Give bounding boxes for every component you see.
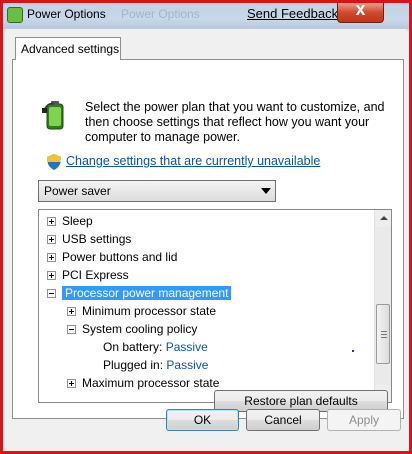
power-plan-selected: Power saver	[44, 184, 111, 198]
tree-item-maximum-processor-state[interactable]: Maximum processor state	[67, 374, 219, 392]
tree-scrollbar[interactable]	[374, 210, 391, 402]
tree-item-on-battery[interactable]: On battery: Passive	[103, 338, 208, 356]
settings-tree[interactable]: Sleep USB settings Power buttons and lid…	[38, 209, 392, 403]
dialog-client-area: Advanced settings Select the power plan …	[6, 29, 406, 449]
thumb-grip	[381, 337, 387, 338]
cancel-button[interactable]: Cancel	[246, 409, 320, 431]
expand-plus-icon[interactable]	[47, 253, 56, 262]
tree-item-label: System cooling policy	[82, 322, 198, 336]
close-button[interactable]: X	[337, 3, 384, 23]
tree-item-label: Power buttons and lid	[62, 250, 178, 264]
advanced-settings-panel: Select the power plan that you want to c…	[12, 59, 404, 419]
tree-item-label: Sleep	[62, 214, 93, 228]
tree-item-label: Plugged in:	[103, 358, 164, 372]
tree-item-power-buttons-and-lid[interactable]: Power buttons and lid	[47, 248, 177, 266]
thumb-grip	[381, 334, 387, 335]
window-title: Power Options	[27, 7, 106, 21]
tree-item-label: Minimum processor state	[82, 304, 217, 318]
title-bar[interactable]: Power Options Power Options Send Feedbac…	[3, 3, 409, 29]
tree-item-usb-settings[interactable]: USB settings	[47, 230, 131, 248]
ok-button[interactable]: OK	[166, 409, 239, 431]
uac-shield-icon	[47, 154, 61, 170]
power-options-icon	[7, 7, 23, 23]
scrollbar-thumb[interactable]	[376, 304, 390, 364]
collapse-minus-icon[interactable]	[47, 289, 56, 298]
scroll-up-arrow-icon[interactable]	[375, 210, 391, 227]
chevron-down-icon[interactable]	[261, 188, 271, 194]
tree-item-minimum-processor-state[interactable]: Minimum processor state	[67, 302, 216, 320]
expand-plus-icon[interactable]	[67, 379, 76, 388]
power-options-window: Power Options Power Options Send Feedbac…	[0, 0, 412, 454]
battery-power-icon	[42, 101, 64, 130]
intro-text: Select the power plan that you want to c…	[85, 100, 385, 144]
tree-item-label: Maximum processor state	[82, 376, 220, 390]
tree-item-label: Processor power management	[62, 286, 232, 300]
setting-value-link[interactable]: Passive	[166, 340, 208, 354]
tree-item-label: PCI Express	[62, 268, 129, 282]
apply-button[interactable]: Apply	[327, 409, 401, 431]
tree-item-pci-express[interactable]: PCI Express	[47, 266, 129, 284]
tree-item-plugged-in[interactable]: Plugged in: Passive	[103, 356, 208, 374]
background-window-title: Power Options	[121, 7, 200, 21]
tab-advanced-settings[interactable]: Advanced settings	[15, 37, 121, 60]
expand-plus-icon[interactable]	[67, 307, 76, 316]
setting-value-link[interactable]: Passive	[166, 358, 208, 372]
tree-item-label: USB settings	[62, 232, 132, 246]
expand-plus-icon[interactable]	[47, 217, 56, 226]
power-plan-dropdown[interactable]: Power saver	[38, 180, 276, 202]
change-settings-link[interactable]: Change settings that are currently unava…	[66, 154, 320, 168]
tree-item-label: On battery:	[103, 340, 163, 354]
tree-item-processor-power-management[interactable]: Processor power management	[47, 284, 232, 302]
expand-plus-icon[interactable]	[47, 235, 56, 244]
thumb-grip	[381, 331, 387, 332]
stray-pixel	[352, 350, 354, 352]
tree-item-system-cooling-policy[interactable]: System cooling policy	[67, 320, 197, 338]
tree-item-sleep[interactable]: Sleep	[47, 212, 93, 230]
expand-plus-icon[interactable]	[47, 271, 56, 280]
send-feedback-link[interactable]: Send Feedback	[247, 6, 338, 21]
collapse-minus-icon[interactable]	[67, 325, 76, 334]
